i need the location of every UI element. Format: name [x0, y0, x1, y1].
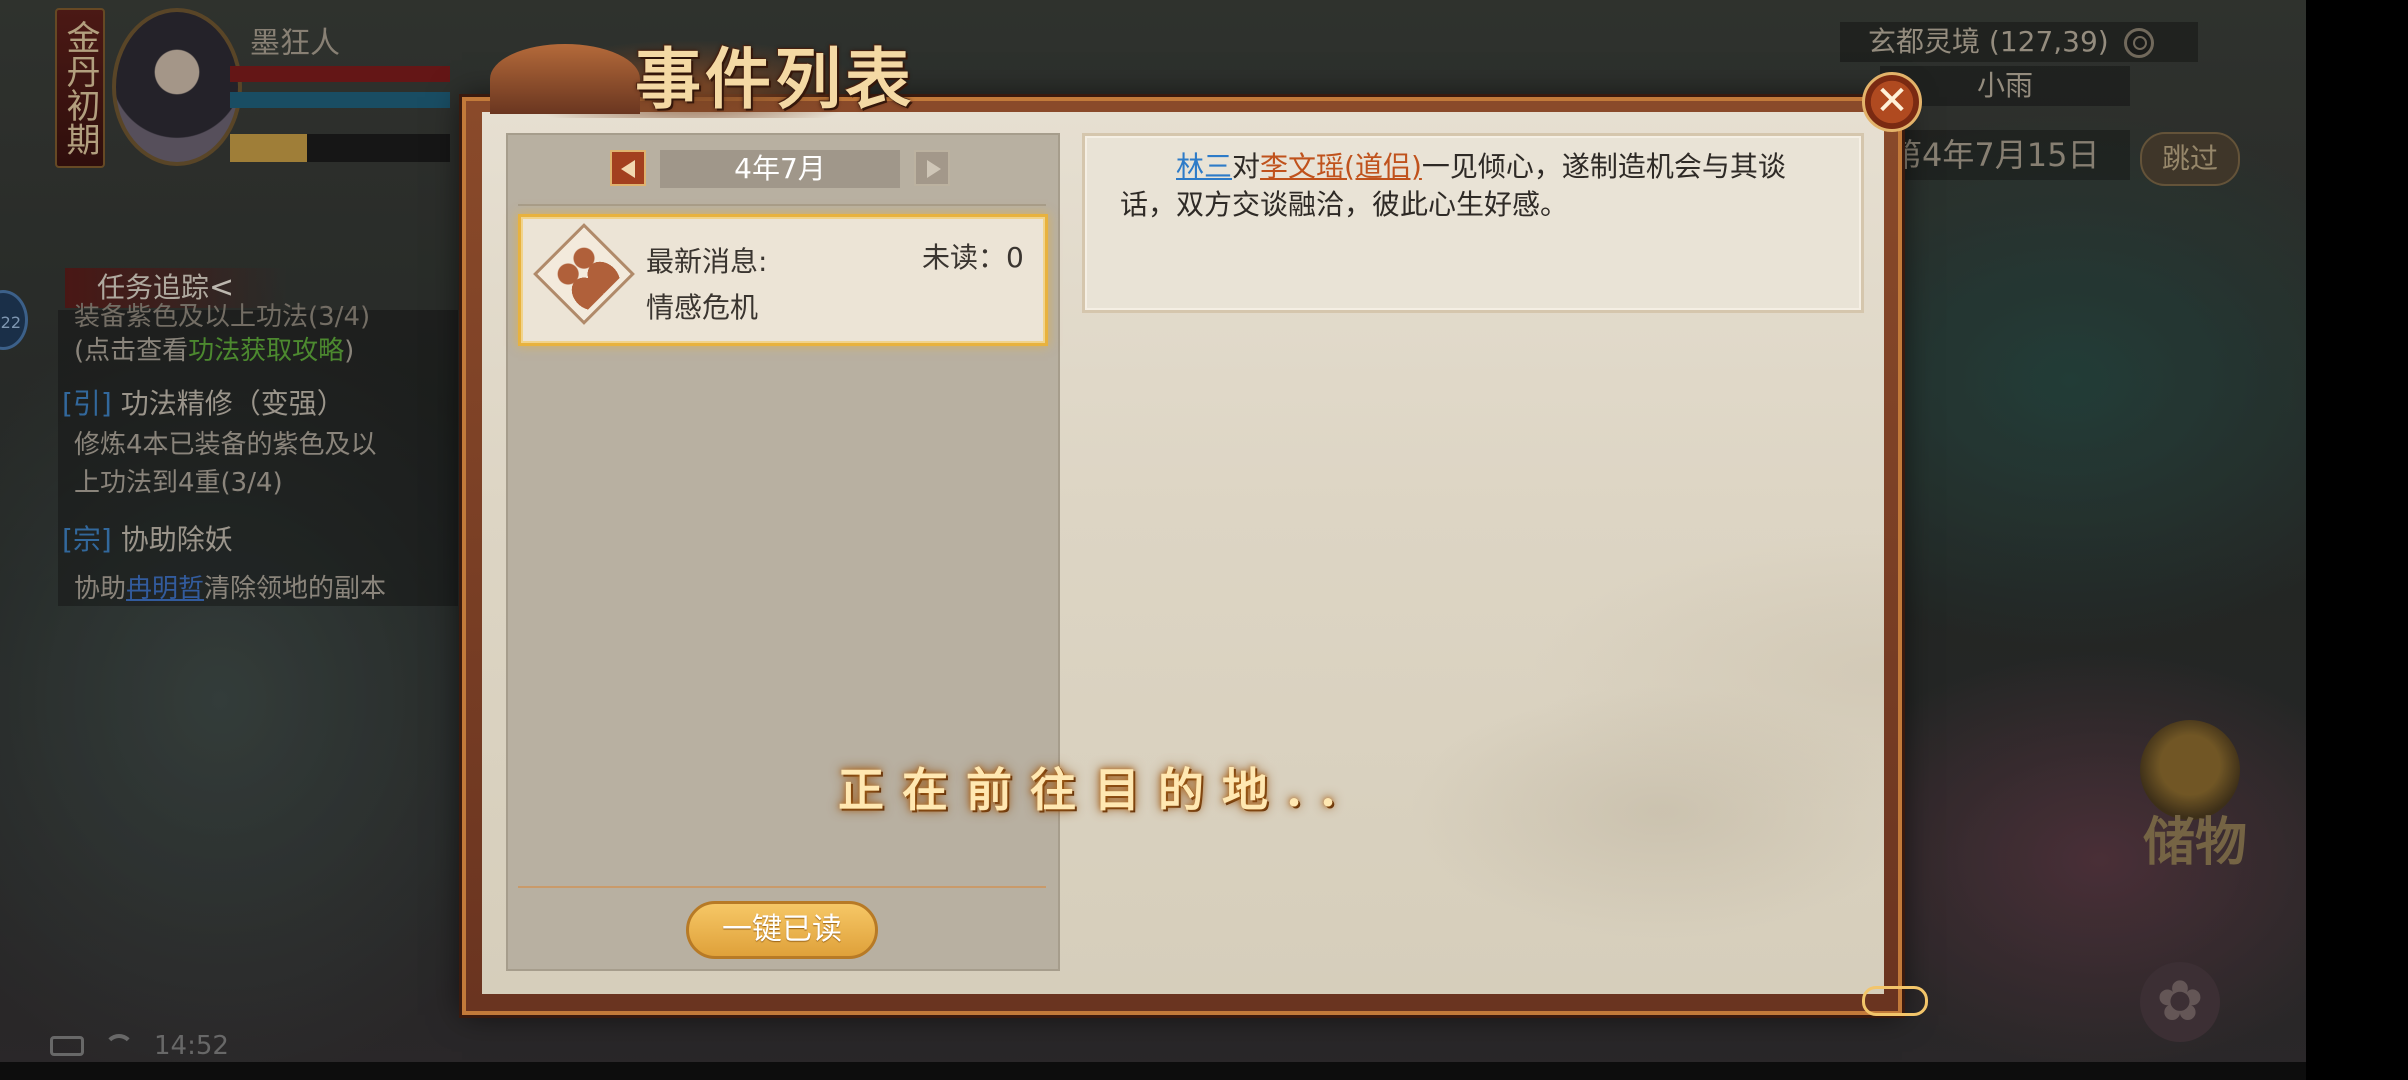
detail-text: 对 — [1232, 150, 1261, 183]
partner-link[interactable]: 李文瑶(道侣) — [1260, 150, 1422, 183]
divider — [518, 886, 1046, 888]
dialog-title: 事件列表 — [635, 40, 915, 118]
prev-month-button[interactable] — [610, 150, 646, 186]
next-month-button[interactable] — [914, 150, 950, 186]
close-button[interactable]: ✕ — [1862, 72, 1922, 132]
screen-edge — [2306, 0, 2408, 1080]
divider — [518, 204, 1046, 206]
month-label: 4年7月 — [660, 150, 900, 188]
event-unread-count: 未读：0 — [922, 241, 1024, 274]
travel-status-text: 正在前往目的地.. — [838, 763, 1355, 817]
close-icon: ✕ — [1875, 78, 1909, 124]
mark-all-read-button[interactable]: 一键已读 — [686, 901, 878, 959]
title-plate-ornament — [490, 44, 640, 114]
event-latest-label: 最新消息: — [646, 245, 768, 278]
character-link[interactable]: 林三 — [1176, 150, 1232, 183]
frame-ornament — [1862, 986, 1928, 1016]
event-name: 情感危机 — [646, 291, 759, 324]
event-detail-text: 林三对李文瑶(道侣)一见倾心，遂制造机会与其谈话，双方交谈融洽，彼此心生好感。 — [1120, 148, 1840, 224]
